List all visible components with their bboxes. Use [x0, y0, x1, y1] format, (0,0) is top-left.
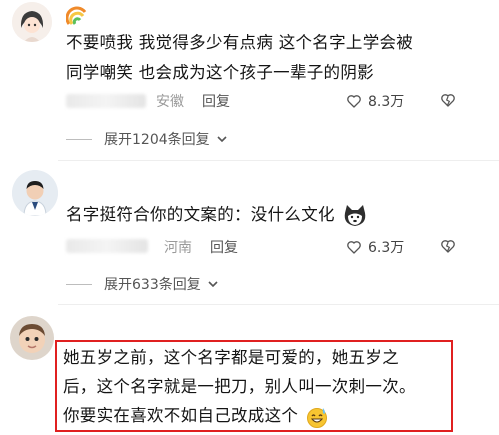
comment-line: 她五岁之前，这个名字都是可爱的，她五岁之: [63, 348, 399, 367]
blurred-username: [66, 94, 146, 108]
heart-outline-icon: [347, 241, 361, 254]
comment-text: 不要喷我 我觉得多少有点病 这个名字上学会被 同学嘲笑 也会成为这个孩子一辈子的…: [66, 28, 413, 88]
comment-line: 同学嘲笑 也会成为这个孩子一辈子的阴影: [66, 63, 374, 82]
avatar-girl-icon: [12, 2, 52, 42]
comment-divider: [58, 304, 499, 305]
location-label: 河南: [164, 240, 192, 256]
comment-text: 名字挺符合你的文案的：没什么文化: [66, 200, 368, 230]
dislike-button[interactable]: [440, 92, 456, 112]
like-count: 6.3万: [368, 240, 405, 256]
reply-button[interactable]: 回复: [210, 237, 238, 257]
expand-replies-button[interactable]: 展开1204条回复: [66, 129, 228, 149]
blurred-username: [66, 239, 148, 253]
chevron-down-icon: [208, 281, 218, 288]
avatar-baby-icon: [10, 316, 54, 360]
broken-heart-icon: [441, 94, 455, 107]
comment-line-last: 你要实在喜欢不如自己改成这个: [63, 401, 416, 430]
avatar[interactable]: [10, 316, 54, 360]
comment-line: 不要喷我 我觉得多少有点病 这个名字上学会被: [66, 33, 414, 52]
broken-heart-icon: [441, 240, 455, 253]
like-button[interactable]: 6.3万: [346, 237, 404, 257]
avatar[interactable]: [12, 170, 58, 216]
avatar-doctor-icon: [12, 170, 58, 216]
comment-line: 后，这个名字就是一把刀，别人叫一次刺一次。: [63, 377, 416, 396]
comment-text: 她五岁之前，这个名字都是可爱的，她五岁之 后，这个名字就是一把刀，别人叫一次刺一…: [63, 343, 416, 430]
dislike-button[interactable]: [440, 238, 456, 258]
comment-meta: 安徽 回复: [156, 91, 230, 111]
like-count: 8.3万: [368, 94, 405, 110]
sweat-smile-emoji-icon: [306, 407, 327, 428]
chevron-down-icon: [217, 136, 227, 143]
comment-line: 你要实在喜欢不如自己改成这个: [63, 406, 299, 425]
location-label: 安徽: [156, 94, 184, 110]
avatar[interactable]: [12, 2, 52, 42]
rainbow-badge-icon: [65, 6, 88, 30]
expand-divider: [66, 283, 92, 285]
expand-replies-button[interactable]: 展开633条回复: [66, 274, 219, 294]
expand-divider: [66, 138, 92, 140]
comment-divider: [58, 160, 499, 161]
like-button[interactable]: 8.3万: [346, 91, 404, 111]
husky-dog-emoji-icon: [345, 204, 366, 226]
comment-line: 名字挺符合你的文案的：没什么文化: [66, 205, 335, 224]
reply-button[interactable]: 回复: [202, 91, 230, 111]
comment-meta: 河南 回复: [164, 237, 238, 257]
expand-replies-label: 展开633条回复: [104, 277, 201, 293]
heart-outline-icon: [347, 95, 361, 108]
expand-replies-label: 展开1204条回复: [104, 132, 210, 148]
